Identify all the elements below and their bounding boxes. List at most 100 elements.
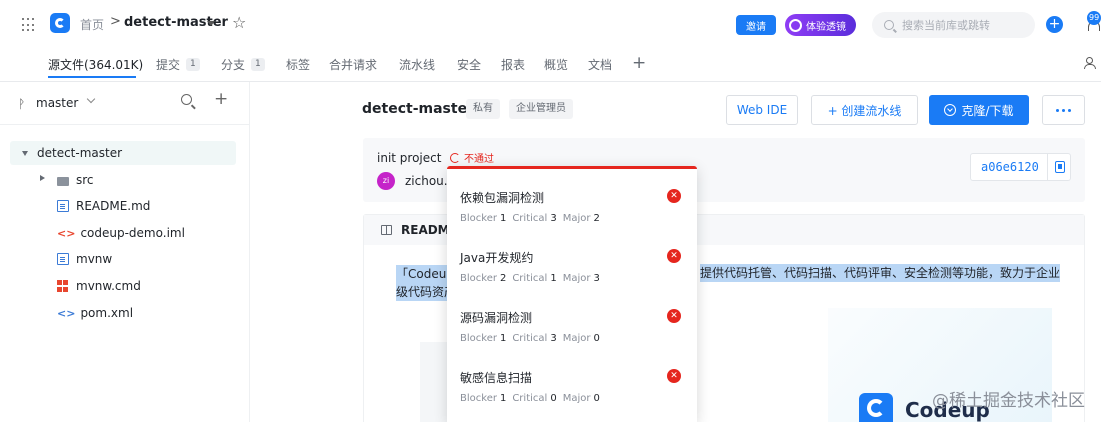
lens-icon — [789, 18, 802, 32]
tree-item-readme[interactable]: README.md — [57, 197, 150, 215]
folder-icon — [57, 176, 69, 186]
tab-pipelines[interactable]: 流水线 — [399, 56, 435, 73]
tab-tags[interactable]: 标签 — [286, 56, 310, 73]
trial-lens-label: 体验透镜 — [806, 21, 846, 33]
tab-branches[interactable]: 分支 1 — [221, 56, 265, 73]
repo-title: detect-master — [362, 101, 474, 117]
file-tree-sidebar: ᚹ master + detect-master src README.md <… — [0, 82, 250, 422]
failed-icon: ✕ — [667, 249, 681, 263]
fail-status-icon — [450, 152, 460, 163]
book-icon — [381, 225, 392, 235]
tab-merge-requests[interactable]: 合并请求 — [329, 56, 377, 73]
windows-file-icon — [57, 280, 69, 292]
scan-results-popover: 依赖包漏洞检测 ✕ Blocker 1 Critical 3 Major 2 Java开发… — [447, 166, 697, 422]
chevron-down-icon[interactable] — [86, 94, 96, 104]
notification-badge: 99 — [1087, 11, 1101, 25]
repo-tabs: 源文件(364.01K) 提交 1 分支 1 标签 合并请求 流水线 安全 报表 概… — [0, 50, 1101, 80]
codeup-brand-logo-icon — [859, 393, 893, 422]
app-grid-icon[interactable] — [22, 18, 36, 32]
readme-text-line-1-end: 提供代码托管、代码扫描、代码评审、安全检测等功能，致力于企业 — [700, 264, 1061, 282]
markdown-file-icon — [57, 200, 69, 212]
failed-icon: ✕ — [667, 189, 681, 203]
web-ide-button[interactable]: Web IDE — [726, 95, 798, 125]
visibility-tag: 私有 — [466, 99, 500, 119]
tree-item-iml[interactable]: <> codeup-demo.iml — [57, 224, 185, 242]
tree-root-label: detect-master — [37, 146, 123, 160]
code-file-icon: <> — [57, 227, 76, 240]
repo-switch-caret-icon[interactable] — [207, 21, 215, 26]
star-icon[interactable]: ☆ — [232, 13, 246, 32]
text-file-icon — [57, 253, 69, 265]
clone-download-label: 克隆/下载 — [961, 103, 1014, 118]
tree-item-mvnw[interactable]: mvnw — [57, 250, 112, 268]
create-new-button[interactable]: + — [1046, 16, 1063, 33]
avatar: zi — [377, 172, 395, 190]
trial-lens-button[interactable]: 体验透镜 — [785, 14, 856, 36]
scan-check-name: 依赖包漏洞检测 — [460, 191, 545, 205]
scan-check-item[interactable]: Java开发规约 ✕ Blocker 2 Critical 1 Major 3 — [447, 229, 697, 289]
tab-commits[interactable]: 提交 1 — [156, 56, 200, 73]
top-bar: 首页 > detect-master ☆ 邀请 体验透镜 搜索当前库或跳转 + … — [0, 0, 1101, 50]
scan-check-stats: Blocker 1 Critical 0 Major 0 — [460, 393, 600, 404]
commit-hash[interactable]: a06e6120 — [971, 160, 1047, 174]
copy-icon[interactable] — [1055, 161, 1065, 173]
caret-down-icon — [22, 150, 28, 156]
tab-reports[interactable]: 报表 — [501, 56, 525, 73]
caret-right-icon[interactable] — [40, 175, 45, 181]
tab-source-files[interactable]: 源文件(364.01K) — [48, 56, 143, 73]
clone-download-button[interactable]: 克隆/下载 — [929, 95, 1029, 125]
tab-docs[interactable]: 文档 — [588, 56, 612, 73]
tree-item-label: mvnw.cmd — [76, 279, 141, 293]
branch-selector[interactable]: master — [36, 96, 78, 110]
more-actions-button[interactable] — [1042, 95, 1085, 125]
failed-icon: ✕ — [667, 309, 681, 323]
role-tag: 企业管理员 — [509, 99, 573, 119]
commit-author: zichou.zy — [405, 174, 449, 188]
branch-icon: ᚹ — [18, 97, 26, 111]
file-search-icon[interactable] — [181, 94, 192, 105]
global-search-input[interactable]: 搜索当前库或跳转 — [872, 12, 1035, 38]
tab-count-badge: 1 — [251, 58, 265, 71]
commit-hash-box: a06e6120 — [970, 153, 1071, 181]
create-pipeline-button[interactable]: + 创建流水线 — [811, 95, 918, 125]
tree-item-pom[interactable]: <> pom.xml — [57, 304, 133, 322]
scan-check-item[interactable]: 敏感信息扫描 ✕ Blocker 1 Critical 0 Major 0 — [447, 349, 697, 409]
search-placeholder: 搜索当前库或跳转 — [902, 19, 990, 32]
readme-banner-card — [420, 342, 450, 422]
tree-item-src[interactable]: src — [57, 171, 94, 189]
tab-security[interactable]: 安全 — [457, 56, 481, 73]
readme-title: README — [401, 223, 448, 237]
breadcrumb-home[interactable]: 首页 — [80, 16, 104, 33]
tree-item-mvnw-cmd[interactable]: mvnw.cmd — [57, 277, 141, 295]
scan-status-label: 不通过 — [464, 154, 494, 165]
breadcrumb-separator: > — [110, 14, 121, 29]
scan-check-item[interactable]: 源码漏洞检测 ✕ Blocker 1 Critical 3 Major 0 — [447, 289, 697, 349]
readme-text-line-1-start: 「Codeup — [396, 265, 454, 283]
codeup-logo-icon[interactable] — [50, 13, 70, 33]
scan-check-item[interactable]: 依赖包漏洞检测 ✕ Blocker 1 Critical 3 Major 2 — [447, 169, 697, 229]
notifications-button[interactable]: 99 — [1084, 8, 1101, 36]
scan-check-stats: Blocker 1 Critical 3 Major 2 — [460, 213, 600, 224]
tree-item-label: README.md — [76, 199, 151, 213]
tab-overview[interactable]: 概览 — [544, 56, 568, 73]
tree-root-folder[interactable]: detect-master — [10, 141, 236, 165]
add-tab-plus-icon[interactable]: + — [632, 53, 646, 73]
tab-count-badge: 1 — [186, 58, 200, 71]
scan-check-stats: Blocker 2 Critical 1 Major 3 — [460, 273, 600, 284]
active-tab-indicator — [48, 76, 136, 78]
user-icon[interactable] — [1083, 57, 1097, 71]
watermark: @稀土掘金技术社区 — [932, 391, 1085, 411]
failed-icon: ✕ — [667, 369, 681, 383]
download-icon — [944, 104, 957, 116]
scan-check-stats: Blocker 1 Critical 3 Major 0 — [460, 333, 600, 344]
commit-message[interactable]: init project — [377, 151, 441, 165]
tree-item-label: mvnw — [76, 252, 113, 266]
search-icon — [884, 20, 894, 30]
scan-status-badge[interactable]: 不通过 — [450, 150, 494, 165]
tree-item-label: codeup-demo.iml — [80, 226, 185, 240]
sidebar-divider — [0, 124, 249, 125]
add-file-plus-icon[interactable]: + — [214, 89, 228, 109]
scan-check-name: 敏感信息扫描 — [460, 371, 533, 385]
invite-button[interactable]: 邀请 — [736, 15, 776, 35]
scan-check-name: 源码漏洞检测 — [460, 311, 533, 325]
